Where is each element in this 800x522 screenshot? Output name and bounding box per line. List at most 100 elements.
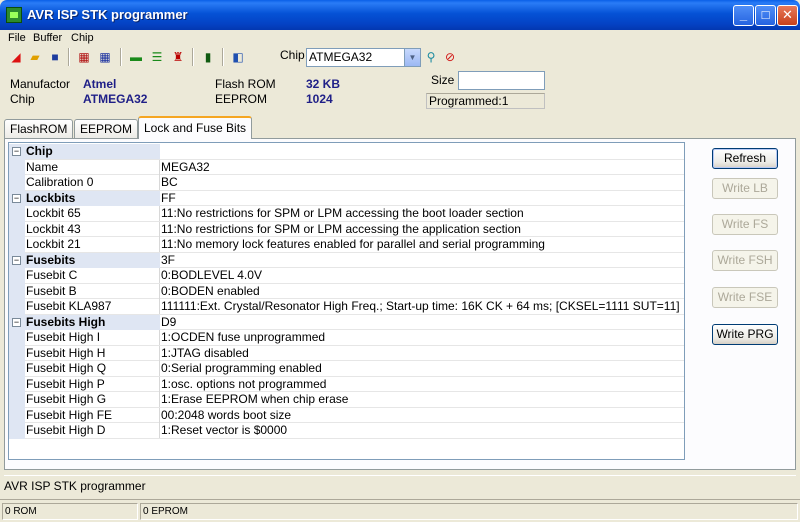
minimize-button[interactable]: _ <box>733 5 754 26</box>
erase-chip-icon[interactable]: ♜ <box>170 49 186 65</box>
collapse-icon[interactable]: − <box>12 317 21 327</box>
tab-eeprom[interactable]: EEPROM <box>74 119 139 138</box>
size-input[interactable] <box>458 71 545 90</box>
row-value[interactable]: 1:Erase EEPROM when chip erase <box>160 392 684 407</box>
row-value[interactable]: 11:No restrictions for SPM or LPM access… <box>160 206 684 221</box>
row-value[interactable]: 111111:Ext. Crystal/Resonator High Freq.… <box>160 299 684 314</box>
collapse-icon[interactable]: − <box>12 147 21 156</box>
collapse-icon[interactable]: − <box>12 255 21 265</box>
grid-row[interactable]: Fusebit High H 1:JTAG disabled <box>9 345 684 362</box>
menu-bar: File Buffer Chip <box>4 30 796 48</box>
grid-row[interactable]: Fusebit High I 1:OCDEN fuse unprogrammed <box>9 330 684 346</box>
row-key: Fusebit KLA987 <box>25 299 160 314</box>
close-button[interactable]: ✕ <box>777 5 798 26</box>
grid-category-row[interactable]: − Lockbits FF <box>9 190 684 207</box>
grid-category-row[interactable]: − Chip <box>9 144 684 160</box>
grid-row[interactable]: Lockbit 65 11:No restrictions for SPM or … <box>9 206 684 222</box>
row-value[interactable]: 0:BODLEVEL 4.0V <box>160 268 684 283</box>
grid-row[interactable]: Fusebit High G 1:Erase EEPROM when chip e… <box>9 392 684 408</box>
row-key: Fusebits High <box>25 314 160 330</box>
row-value[interactable]: 1:OCDEN fuse unprogrammed <box>160 330 684 345</box>
row-value[interactable]: 0:Serial programming enabled <box>160 361 684 376</box>
row-value[interactable]: 0:BODEN enabled <box>160 284 684 299</box>
book-icon[interactable]: ◧ <box>230 49 246 65</box>
grid-row[interactable]: Fusebit C 0:BODLEVEL 4.0V <box>9 268 684 284</box>
grid-row[interactable]: Fusebit B 0:BODEN enabled <box>9 283 684 300</box>
collapse-icon[interactable]: − <box>12 193 21 203</box>
open-folder-icon[interactable]: ▰ <box>27 49 43 65</box>
menu-buffer[interactable]: Buffer <box>33 32 62 44</box>
title-bar[interactable]: AVR ISP STK programmer _ □ ✕ <box>0 0 800 30</box>
grid-row[interactable]: Name MEGA32 <box>9 159 684 176</box>
grid-row[interactable]: Calibration 0 BC <box>9 175 684 191</box>
toolbar-separator <box>120 48 122 66</box>
row-gutter <box>9 159 25 176</box>
grid-row[interactable]: Lockbit 21 11:No memory lock features ena… <box>9 237 684 253</box>
flash-rom-label: Flash ROM <box>215 77 276 91</box>
stop-icon[interactable]: ⊘ <box>442 49 458 65</box>
row-gutter <box>9 237 25 253</box>
write-fs-button[interactable]: Write FS <box>712 214 778 235</box>
row-value[interactable]: 11:No memory lock features enabled for p… <box>160 237 684 252</box>
row-value[interactable]: MEGA32 <box>160 160 684 175</box>
row-value[interactable]: 11:No restrictions for SPM or LPM access… <box>160 222 684 237</box>
grid-row[interactable]: Fusebit High FE 00:2048 words boot size <box>9 407 684 424</box>
row-gutter <box>9 330 25 346</box>
verify-icon[interactable]: ▬ <box>128 49 144 65</box>
chevron-down-icon[interactable]: ▼ <box>404 49 420 66</box>
row-key: Chip <box>25 144 160 159</box>
window-title: AVR ISP STK programmer <box>27 7 188 22</box>
chip-select[interactable]: ATMEGA32 ▼ <box>306 48 421 67</box>
grid-row[interactable]: Lockbit 43 11:No restrictions for SPM or … <box>9 221 684 238</box>
row-value[interactable]: 1:osc. options not programmed <box>160 377 684 392</box>
row-gutter <box>9 392 25 408</box>
eraser-icon[interactable]: ◢ <box>8 49 24 65</box>
write-prg-button[interactable]: Write PRG <box>712 324 778 345</box>
row-value[interactable]: 1:JTAG disabled <box>160 346 684 361</box>
write-lb-button[interactable]: Write LB <box>712 178 778 199</box>
row-key: Lockbit 21 <box>25 237 160 252</box>
status-rom: 0 ROM <box>2 503 138 520</box>
row-gutter <box>9 221 25 238</box>
menu-chip[interactable]: Chip <box>71 32 94 44</box>
grid-row[interactable]: Fusebit High P 1:osc. options not program… <box>9 376 684 393</box>
menu-file[interactable]: File <box>8 32 26 44</box>
row-key: Fusebit High I <box>25 330 160 345</box>
tab-lock-and-fuse-bits[interactable]: Lock and Fuse Bits <box>138 116 253 139</box>
row-key: Fusebit High FE <box>25 407 160 423</box>
row-value[interactable]: 1:Reset vector is $0000 <box>160 423 684 438</box>
refresh-button[interactable]: Refresh <box>712 148 778 169</box>
row-value[interactable]: FF <box>160 191 684 206</box>
row-gutter <box>9 175 25 191</box>
row-key: Lockbit 43 <box>25 221 160 237</box>
write-fse-button[interactable]: Write FSE <box>712 287 778 308</box>
row-value[interactable]: D9 <box>160 315 684 330</box>
chip-icon[interactable]: ▮ <box>200 49 216 65</box>
grid-row[interactable]: Fusebit High Q 0:Serial programming enabl… <box>9 361 684 377</box>
row-value[interactable]: 3F <box>160 253 684 268</box>
manufactor-value: Atmel <box>83 77 117 91</box>
row-value[interactable] <box>160 144 684 159</box>
grid-row[interactable]: Fusebit KLA987 111111:Ext. Crystal/Resona… <box>9 299 684 315</box>
write-fsh-button[interactable]: Write FSH <box>712 250 778 271</box>
toolbar-separator <box>68 48 70 66</box>
chip-select-value: ATMEGA32 <box>309 50 373 64</box>
write-chip-icon[interactable]: ▦ <box>97 49 113 65</box>
tab-flashrom[interactable]: FlashROM <box>4 119 74 138</box>
maximize-button[interactable]: □ <box>755 5 776 26</box>
row-gutter <box>9 407 25 424</box>
grid-category-row[interactable]: − Fusebits 3F <box>9 252 684 269</box>
row-value[interactable]: BC <box>160 175 684 190</box>
row-gutter <box>9 376 25 393</box>
grid-category-row[interactable]: − Fusebits High D9 <box>9 314 684 331</box>
row-gutter: − <box>9 314 25 331</box>
row-key: Lockbit 65 <box>25 206 160 221</box>
compare-icon[interactable]: ☰ <box>149 49 165 65</box>
fuse-property-grid[interactable]: − Chip Name MEGA32 Calibration 0 BC − Lockbits F… <box>8 142 685 460</box>
grid-row[interactable]: Fusebit High D 1:Reset vector is $0000 <box>9 423 684 439</box>
row-key: Fusebit High P <box>25 376 160 392</box>
save-disk-icon[interactable]: ■ <box>47 49 63 65</box>
row-value[interactable]: 00:2048 words boot size <box>160 408 684 423</box>
read-chip-icon[interactable]: ▦ <box>76 49 92 65</box>
plug-icon[interactable]: ⚲ <box>423 49 439 65</box>
